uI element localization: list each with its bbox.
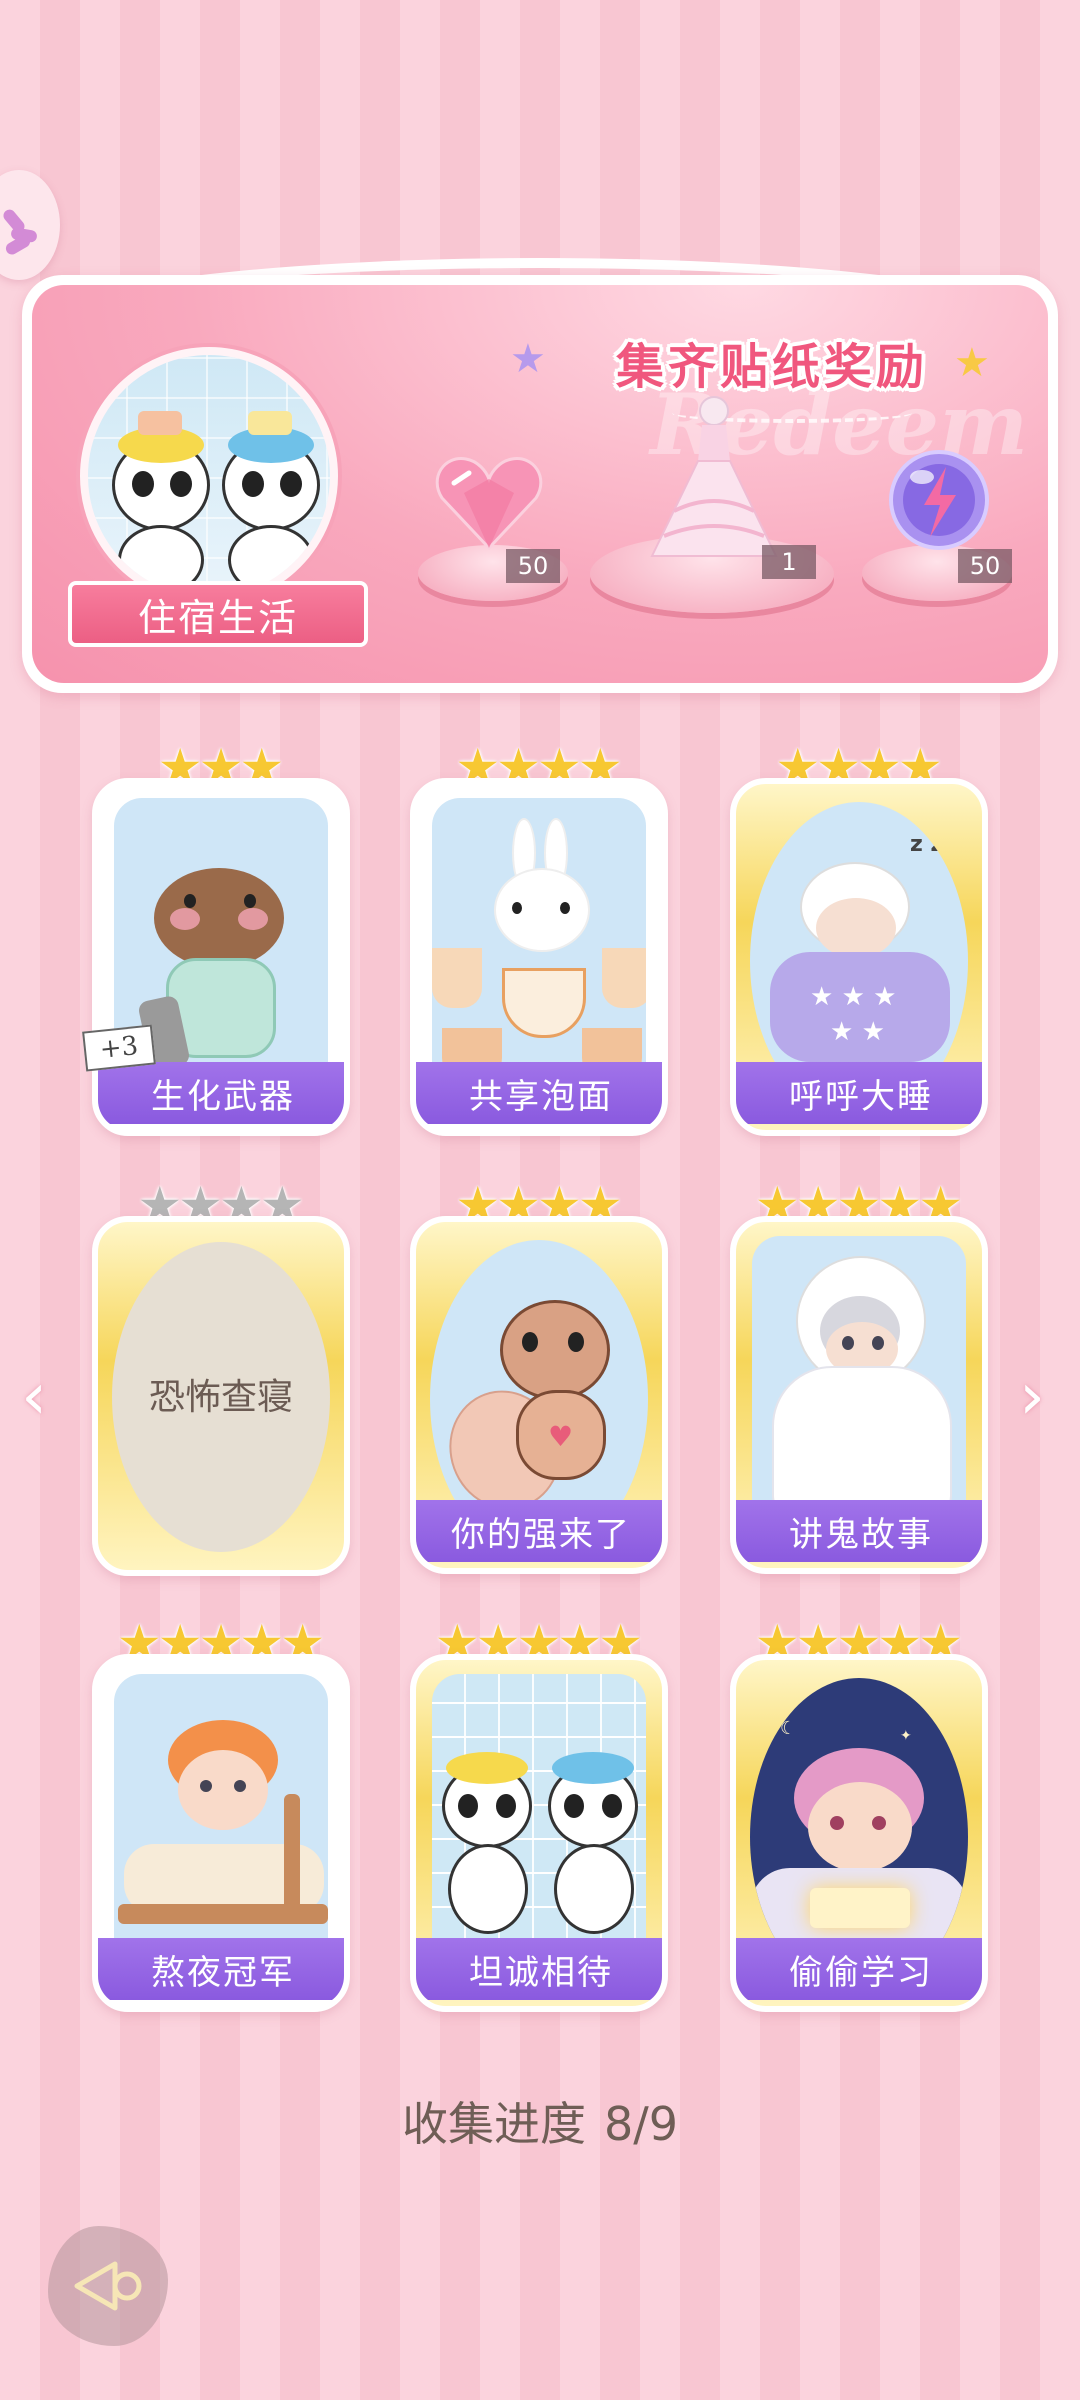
energy-orb-icon [889, 450, 989, 550]
progress-label: 收集进度 [401, 2097, 586, 2151]
progress-value: 8/9 [603, 2097, 679, 2151]
album-cover-image [80, 347, 338, 605]
card-image [752, 1236, 966, 1536]
sticker-card[interactable]: ★ ★ ★ ★ ★ ☾ ✦ 偷偷学习 [730, 1618, 988, 2012]
card-label: 共享泡面 [416, 1062, 662, 1124]
sticker-card[interactable]: ★ ★ ★ ★ 共享泡面 [410, 742, 668, 1136]
card-image [432, 798, 646, 1098]
card-label: 生化武器 [98, 1062, 344, 1124]
card-label: 讲鬼故事 [736, 1500, 982, 1562]
sticker-card-locked[interactable]: ★ ★ ★ ★ 恐怖查寝 [92, 1180, 350, 1576]
pink-heart-gem-icon [435, 457, 543, 551]
purple-star-icon: ★ [510, 336, 546, 382]
card-label: 呼呼大睡 [736, 1062, 982, 1124]
card-image [114, 1674, 328, 1974]
reward-item[interactable]: 1 [580, 385, 850, 625]
reward-item[interactable]: 50 [396, 435, 576, 615]
gold-star-icon: ★ [954, 340, 990, 386]
card-label: 恐怖查寝 [148, 1377, 293, 1418]
sticker-card[interactable]: ★ ★ ★ ★ ♥ 你的强来了 [410, 1180, 668, 1574]
card-image [432, 1674, 646, 1974]
reward-banner: Redeem ★ 集齐贴纸奖励 ★ 住宿生活 50 1 50 [22, 275, 1058, 693]
reward-count: 50 [506, 549, 560, 583]
menu-button[interactable] [0, 170, 60, 280]
sticker-card[interactable]: ★ ★ ★ 生化武器 +3 [82, 742, 350, 1136]
sticker-card[interactable]: ★ ★ ★ ★ ★ ★ ★ ★ ★ z z 呼呼大睡 [730, 742, 988, 1136]
sticker-card[interactable]: ★ ★ ★ ★ ★ 坦诚相待 [410, 1618, 668, 2012]
card-label: 你的强来了 [416, 1500, 662, 1562]
back-arrow-icon [74, 2261, 142, 2311]
reward-item[interactable]: 50 [850, 435, 1030, 615]
album-name-ribbon: 住宿生活 [68, 581, 368, 647]
reward-count: 50 [958, 549, 1012, 583]
dress-outfit-icon [650, 396, 778, 557]
collection-progress: 收集进度 8/9 [0, 2088, 1080, 2154]
card-label: 熬夜冠军 [98, 1938, 344, 2000]
chevron-right-icon[interactable]: › [1010, 1360, 1054, 1434]
sticker-card[interactable]: ★ ★ ★ ★ ★ 讲鬼故事 [730, 1180, 988, 1574]
duplicate-count-tag: +3 [82, 1024, 156, 1072]
sticker-card[interactable]: ★ ★ ★ ★ ★ 熬夜冠军 [92, 1618, 350, 2012]
reward-count: 1 [762, 545, 816, 579]
card-label: 坦诚相待 [416, 1938, 662, 2000]
back-button[interactable] [48, 2226, 168, 2346]
card-label: 偷偷学习 [736, 1938, 982, 2000]
chevron-left-icon[interactable]: ‹ [12, 1360, 56, 1434]
